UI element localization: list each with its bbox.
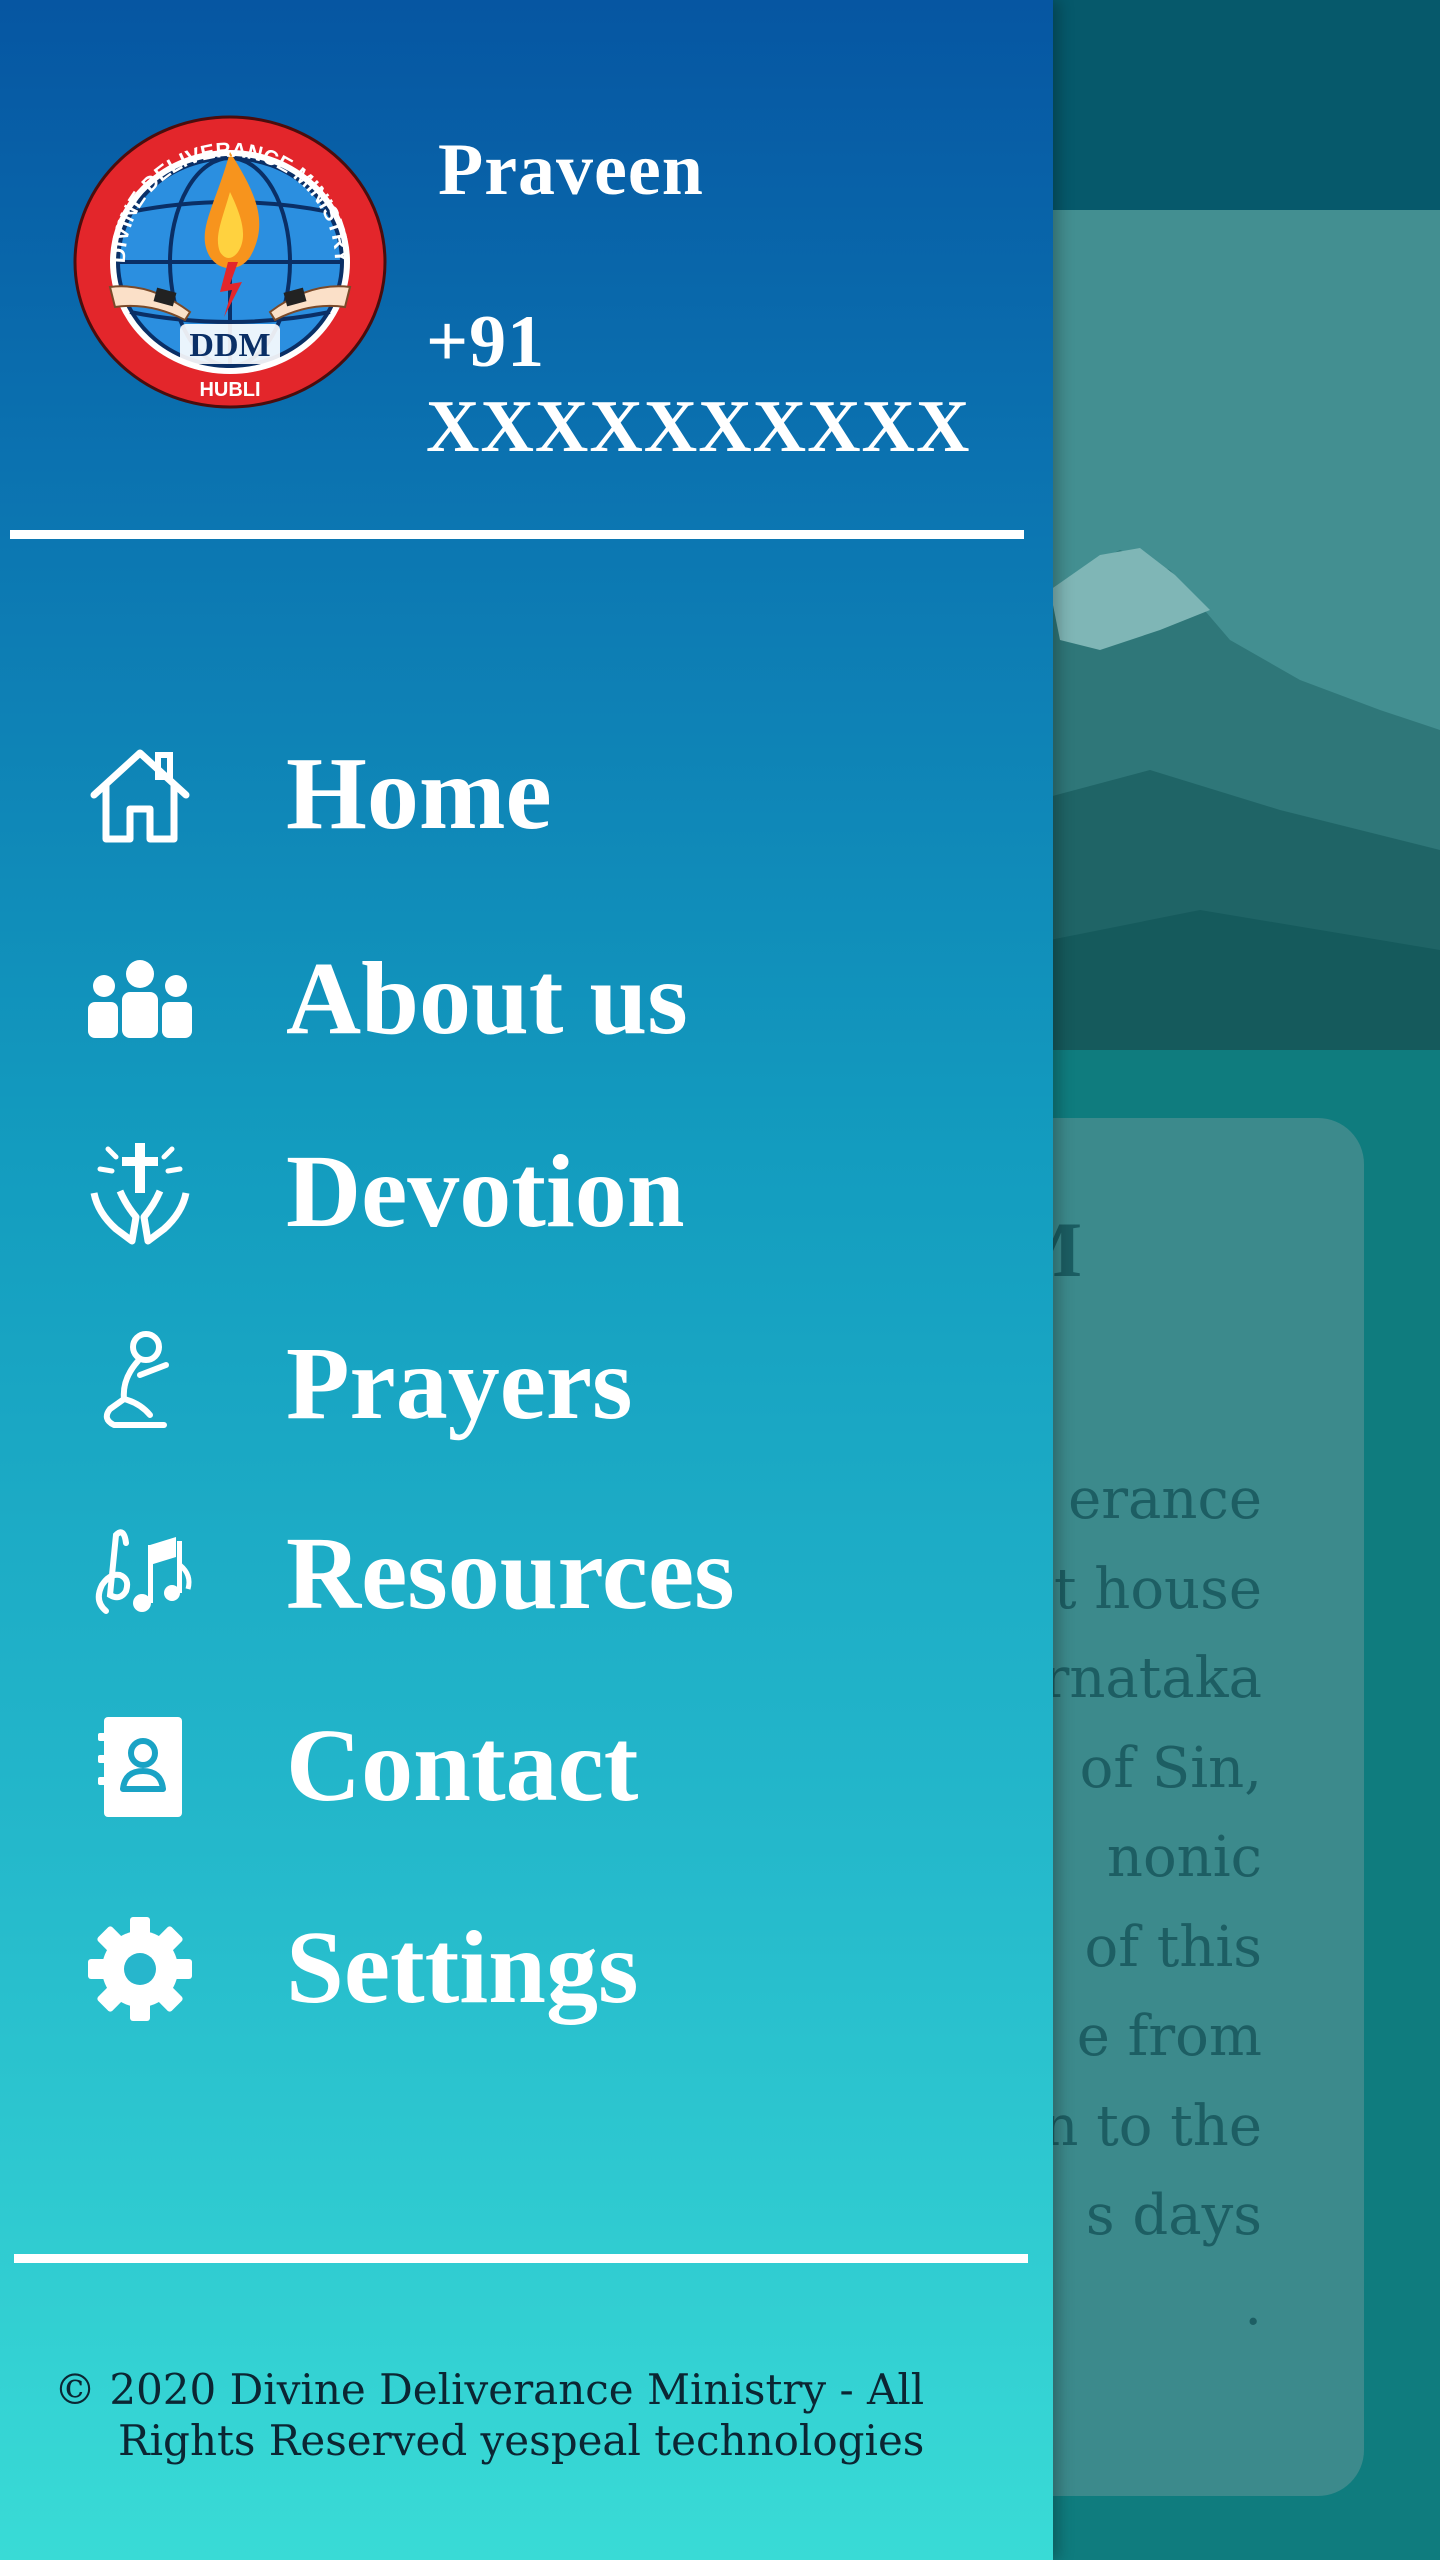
menu-item-contact[interactable]: Contact bbox=[60, 1692, 1000, 1842]
navigation-drawer: DDM DIVINE DELIVERANCE MINISTRY HUBLI Pr… bbox=[0, 0, 1053, 2560]
menu-item-devotion[interactable]: Devotion bbox=[60, 1118, 1000, 1268]
menu-item-label: Settings bbox=[286, 1910, 639, 2025]
people-icon bbox=[80, 940, 200, 1060]
menu-item-label: About us bbox=[286, 941, 688, 1056]
logo-center-text: DDM bbox=[189, 327, 270, 364]
menu-item-resources[interactable]: Resources bbox=[60, 1500, 1000, 1650]
menu-item-settings[interactable]: Settings bbox=[60, 1894, 1000, 2044]
copyright-footer: © 2020 Divine Deliverance Ministry - All… bbox=[54, 2364, 984, 2466]
menu-item-label: Devotion bbox=[286, 1134, 685, 1249]
menu-item-label: Resources bbox=[286, 1516, 735, 1631]
kneeling-prayer-icon bbox=[80, 1325, 200, 1445]
menu-item-label: Prayers bbox=[286, 1326, 633, 1441]
copyright-line: © 2020 Divine Deliverance Ministry - All bbox=[54, 2365, 925, 2414]
home-icon bbox=[80, 735, 200, 855]
praying-hands-cross-icon bbox=[80, 1133, 200, 1253]
footer-divider bbox=[14, 2254, 1028, 2263]
logo-bottom-text: HUBLI bbox=[199, 379, 260, 401]
ministry-logo: DDM DIVINE DELIVERANCE MINISTRY HUBLI bbox=[70, 112, 390, 412]
menu-item-prayers[interactable]: Prayers bbox=[60, 1310, 1000, 1460]
menu-item-home[interactable]: Home bbox=[60, 720, 1000, 870]
user-name: Praveen bbox=[438, 129, 704, 211]
copyright-line: Rights Reserved yespeal technologies bbox=[118, 2416, 925, 2465]
menu-item-label: Home bbox=[286, 736, 552, 851]
header-divider bbox=[10, 530, 1024, 539]
menu-item-label: Contact bbox=[286, 1708, 639, 1823]
menu-item-about-us[interactable]: About us bbox=[60, 925, 1000, 1075]
contact-book-icon bbox=[80, 1707, 200, 1827]
user-phone: +91 XXXXXXXXXX bbox=[426, 301, 971, 468]
music-notes-icon bbox=[80, 1515, 200, 1635]
gear-icon bbox=[80, 1909, 200, 2029]
drawer-header: DDM DIVINE DELIVERANCE MINISTRY HUBLI Pr… bbox=[0, 0, 1053, 540]
